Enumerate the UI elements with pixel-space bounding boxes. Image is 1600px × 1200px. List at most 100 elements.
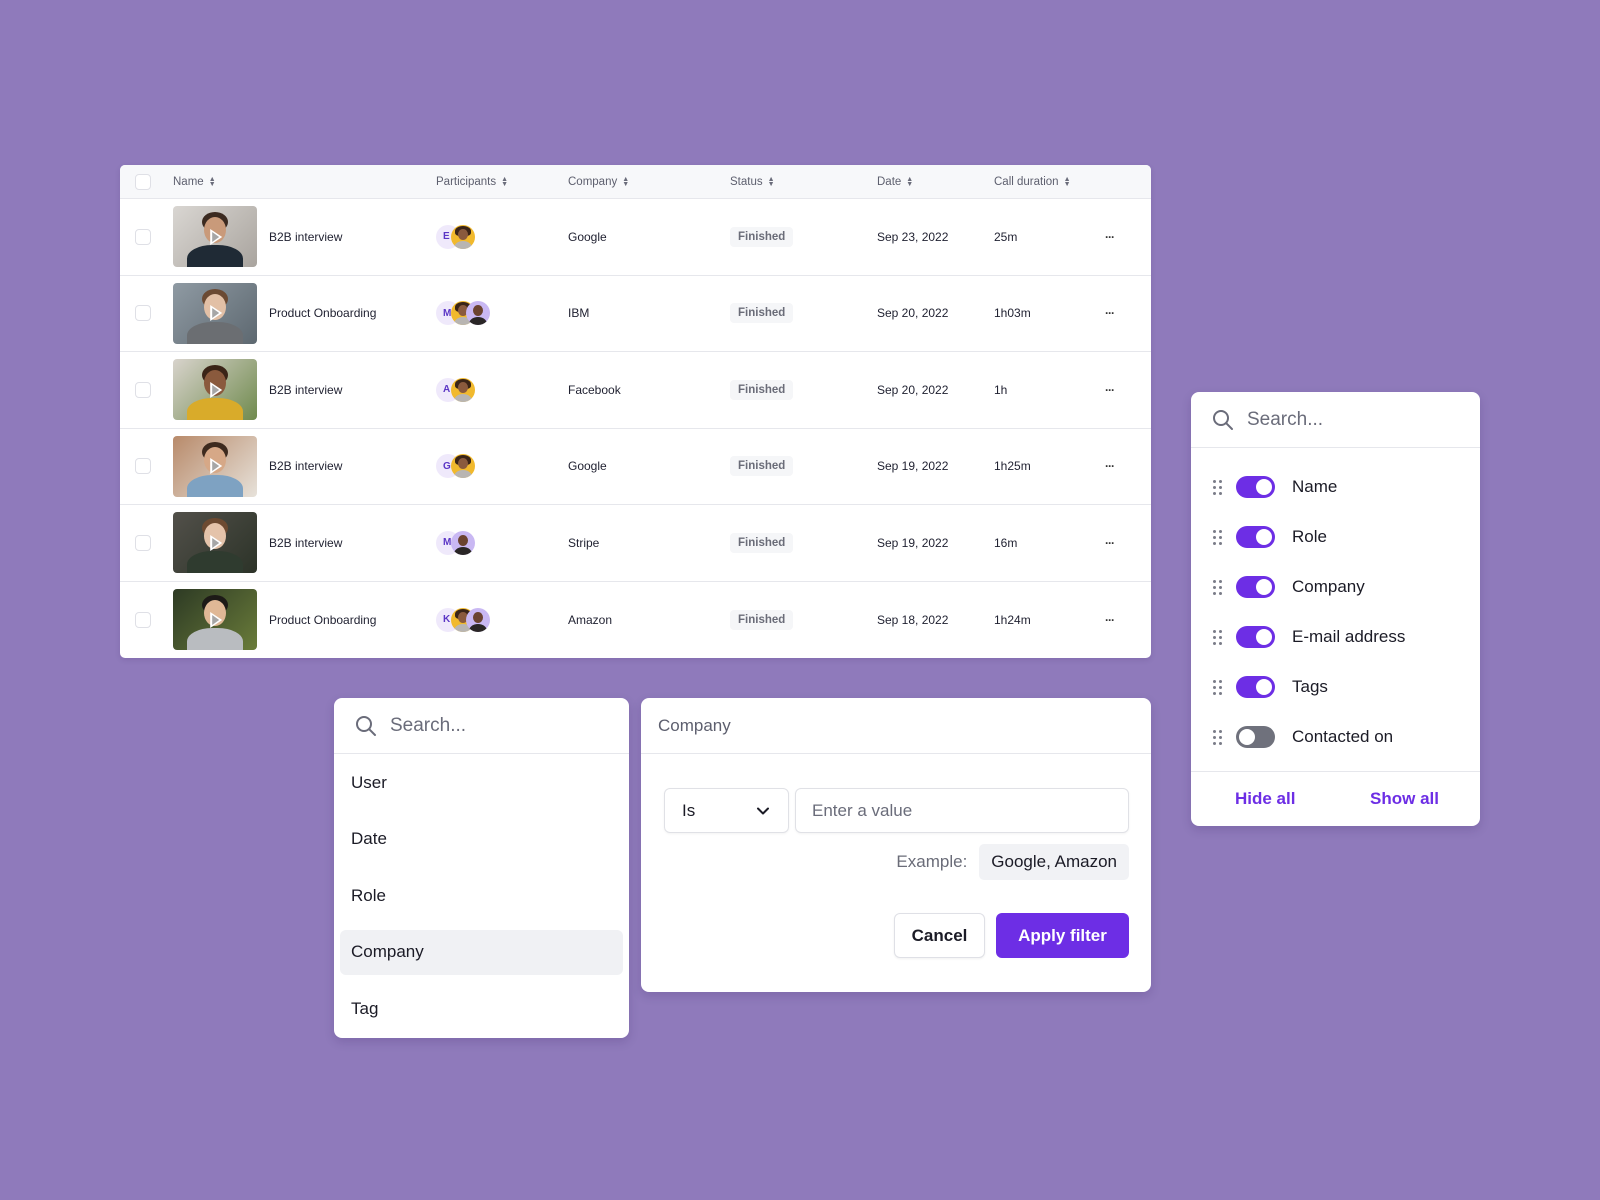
video-thumbnail[interactable] xyxy=(173,505,257,581)
drag-handle-icon[interactable] xyxy=(1213,579,1222,595)
participant-avatar[interactable] xyxy=(466,607,490,632)
recording-name[interactable]: Product Onboarding xyxy=(269,582,376,659)
column-visibility-toggle[interactable] xyxy=(1236,626,1275,648)
filter-value-input[interactable]: Enter a value xyxy=(795,788,1129,833)
toggle-knob xyxy=(1256,679,1272,695)
participant-avatar[interactable] xyxy=(451,530,475,555)
play-icon[interactable] xyxy=(210,305,223,322)
column-header-call-duration[interactable]: Call duration ▲ ▼ xyxy=(994,165,1071,199)
drag-handle-icon[interactable] xyxy=(1213,679,1222,695)
operator-select[interactable]: Is xyxy=(664,788,789,833)
column-option: Contacted on xyxy=(1191,712,1480,762)
column-visibility-toggle[interactable] xyxy=(1236,526,1275,548)
filter-title: Company xyxy=(641,698,1151,754)
thumbnail-image[interactable] xyxy=(173,589,257,651)
video-thumbnail[interactable] xyxy=(173,352,257,428)
row-checkbox[interactable] xyxy=(135,611,151,628)
thumbnail-image[interactable] xyxy=(173,435,257,497)
video-thumbnail[interactable] xyxy=(173,199,257,275)
row-checkbox-cell[interactable] xyxy=(135,276,151,352)
participant-avatar[interactable] xyxy=(451,377,475,402)
row-checkbox[interactable] xyxy=(135,228,151,245)
apply-filter-button[interactable]: Apply filter xyxy=(996,913,1129,958)
more-horizontal-icon[interactable]: ··· xyxy=(1105,536,1115,550)
more-horizontal-icon[interactable]: ··· xyxy=(1105,613,1115,627)
participant-avatar[interactable] xyxy=(466,301,490,326)
recording-name[interactable]: B2B interview xyxy=(269,505,342,581)
video-thumbnail[interactable] xyxy=(173,276,257,352)
sort-icon[interactable]: ▲ ▼ xyxy=(622,176,629,188)
drag-handle-icon[interactable] xyxy=(1213,529,1222,545)
field-option-company[interactable]: Company xyxy=(340,929,623,975)
row-checkbox[interactable] xyxy=(135,458,151,475)
video-thumbnail[interactable] xyxy=(173,429,257,505)
table-row[interactable]: B2B interview M Stripe Finished Sep 19, … xyxy=(120,505,1151,582)
cancel-button[interactable]: Cancel xyxy=(894,913,985,958)
row-checkbox-cell[interactable] xyxy=(135,352,151,428)
sort-icon[interactable]: ▲ ▼ xyxy=(768,176,775,188)
sort-icon[interactable]: ▲ ▼ xyxy=(501,176,508,188)
drag-handle-icon[interactable] xyxy=(1213,629,1222,645)
column-visibility-toggle[interactable] xyxy=(1236,576,1275,598)
column-header-status[interactable]: Status ▲ ▼ xyxy=(730,165,775,199)
play-icon[interactable] xyxy=(210,381,223,398)
participant-avatar[interactable] xyxy=(451,224,475,249)
column-header-label: Name xyxy=(173,176,204,188)
field-option-tag[interactable]: Tag xyxy=(340,986,623,1031)
drag-handle-icon[interactable] xyxy=(1213,479,1222,495)
show-all-button[interactable]: Show all xyxy=(1370,789,1439,809)
play-icon[interactable] xyxy=(210,611,223,628)
column-header-participants[interactable]: Participants ▲ ▼ xyxy=(436,165,508,199)
more-horizontal-icon[interactable]: ··· xyxy=(1105,459,1115,473)
thumbnail-image[interactable] xyxy=(173,512,257,574)
thumbnail-image[interactable] xyxy=(173,206,257,268)
avatar-photo xyxy=(458,458,468,470)
column-header-company[interactable]: Company ▲ ▼ xyxy=(568,165,629,199)
recording-name[interactable]: B2B interview xyxy=(269,352,342,428)
column-header-date[interactable]: Date ▲ ▼ xyxy=(877,165,913,199)
more-horizontal-icon[interactable]: ··· xyxy=(1105,383,1115,397)
column-search-input[interactable]: Search... xyxy=(1191,392,1480,448)
sort-icon[interactable]: ▲ ▼ xyxy=(906,176,913,188)
recording-name[interactable]: Product Onboarding xyxy=(269,276,376,352)
field-search-input[interactable]: Search... xyxy=(334,698,629,754)
company-cell: Facebook xyxy=(568,382,621,397)
column-visibility-toggle[interactable] xyxy=(1236,676,1275,698)
thumbnail-image[interactable] xyxy=(173,359,257,421)
select-all-checkbox[interactable] xyxy=(135,165,151,199)
more-horizontal-icon[interactable]: ··· xyxy=(1105,306,1115,320)
field-option-role[interactable]: Role xyxy=(340,873,623,918)
table-row[interactable]: B2B interview E Google Finished Sep 23, … xyxy=(120,199,1151,276)
recording-name[interactable]: B2B interview xyxy=(269,429,342,505)
thumbnail-image[interactable] xyxy=(173,282,257,344)
column-visibility-toggle[interactable] xyxy=(1236,476,1275,498)
play-icon[interactable] xyxy=(210,458,223,475)
row-checkbox-cell[interactable] xyxy=(135,505,151,581)
play-icon[interactable] xyxy=(210,534,223,551)
table-row[interactable]: B2B interview A Facebook Finished Sep 20… xyxy=(120,352,1151,429)
column-visibility-toggle[interactable] xyxy=(1236,726,1275,748)
table-row[interactable]: Product Onboarding M IBM Finished Sep 20… xyxy=(120,276,1151,352)
sort-icon[interactable]: ▲ ▼ xyxy=(1064,176,1071,188)
more-horizontal-icon[interactable]: ··· xyxy=(1105,230,1115,244)
column-header-name[interactable]: Name ▲ ▼ xyxy=(173,165,216,199)
row-checkbox[interactable] xyxy=(135,534,151,551)
checkbox[interactable] xyxy=(135,174,151,190)
sort-icon[interactable]: ▲ ▼ xyxy=(209,176,216,188)
hide-all-button[interactable]: Hide all xyxy=(1235,789,1295,809)
row-checkbox-cell[interactable] xyxy=(135,429,151,505)
drag-handle-icon[interactable] xyxy=(1213,729,1222,745)
table-row[interactable]: B2B interview G Google Finished Sep 19, … xyxy=(120,429,1151,505)
play-icon[interactable] xyxy=(210,228,223,245)
row-checkbox[interactable] xyxy=(135,381,151,398)
row-checkbox-cell[interactable] xyxy=(135,199,151,275)
video-thumbnail[interactable] xyxy=(173,582,257,659)
participant-avatar[interactable] xyxy=(451,454,475,479)
date-cell: Sep 19, 2022 xyxy=(877,535,949,550)
row-checkbox-cell[interactable] xyxy=(135,582,151,659)
recording-name[interactable]: B2B interview xyxy=(269,199,342,275)
table-row[interactable]: Product Onboarding K Amazon Finished Sep… xyxy=(120,582,1151,659)
field-option-date[interactable]: Date xyxy=(340,817,623,862)
row-checkbox[interactable] xyxy=(135,305,151,322)
field-option-user[interactable]: User xyxy=(340,760,623,805)
